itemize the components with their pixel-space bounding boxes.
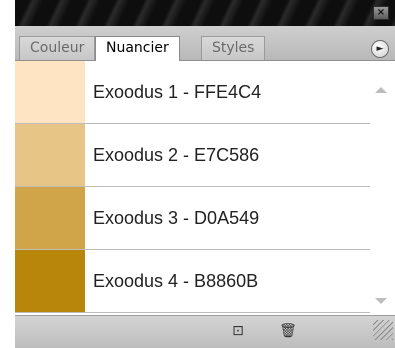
- swatch-row[interactable]: Exoodus 1 - FFE4C4: [15, 61, 370, 124]
- tab-styles[interactable]: Styles: [201, 36, 266, 60]
- swatch-label: Exoodus 4 - B8860B: [93, 270, 259, 291]
- swatch-color: [15, 61, 85, 123]
- swatch-row[interactable]: Exoodus 4 - B8860B: [15, 250, 370, 313]
- swatch-row[interactable]: Exoodus 3 - D0A549: [15, 187, 370, 250]
- swatch-color: [15, 250, 85, 312]
- swatch-color: [15, 124, 85, 186]
- close-icon[interactable]: ×: [373, 6, 389, 20]
- swatch-row[interactable]: Exoodus 2 - E7C586: [15, 124, 370, 187]
- swatch-label: Exoodus 1 - FFE4C4: [93, 81, 262, 102]
- scroll-up-arrow-icon[interactable]: [375, 87, 387, 93]
- tab-nuancier[interactable]: Nuancier: [95, 36, 180, 61]
- scroll-down-arrow-icon[interactable]: [375, 298, 387, 304]
- swatches-panel: × Couleur Nuancier Styles ► Exoodus 1 - …: [15, 0, 395, 348]
- trash-icon[interactable]: 🗑: [279, 322, 297, 340]
- swatch-list: Exoodus 1 - FFE4C4 Exoodus 2 - E7C586 Ex…: [15, 61, 395, 315]
- tab-couleur[interactable]: Couleur: [19, 36, 96, 60]
- panel-footer: ⊡ 🗑: [15, 315, 395, 348]
- panel-title-bar[interactable]: ×: [15, 0, 395, 26]
- new-swatch-icon[interactable]: ⊡: [229, 322, 247, 340]
- resize-grip-icon[interactable]: [373, 320, 393, 340]
- swatch-label: Exoodus 2 - E7C586: [93, 144, 260, 165]
- panel-menu-icon[interactable]: ►: [371, 40, 389, 58]
- swatch-label: Exoodus 3 - D0A549: [93, 207, 260, 228]
- tab-bar: Couleur Nuancier Styles ►: [15, 26, 395, 61]
- swatch-color: [15, 187, 85, 249]
